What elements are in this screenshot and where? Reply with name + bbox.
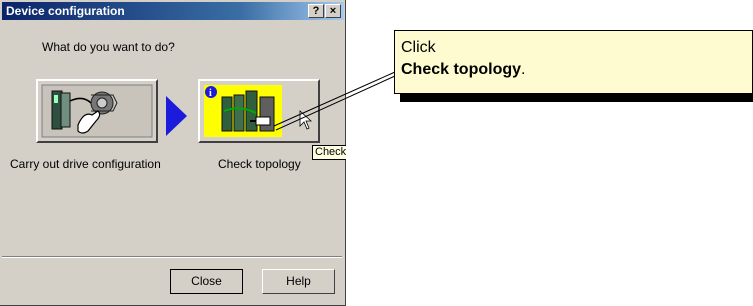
- callout-period: .: [521, 61, 526, 78]
- callout-emphasis: Check topology: [401, 61, 522, 78]
- instruction-callout: Click Check topology.: [394, 30, 753, 94]
- callout-line-1: Click: [401, 39, 436, 56]
- callout-line-2: Check topology.: [401, 61, 525, 79]
